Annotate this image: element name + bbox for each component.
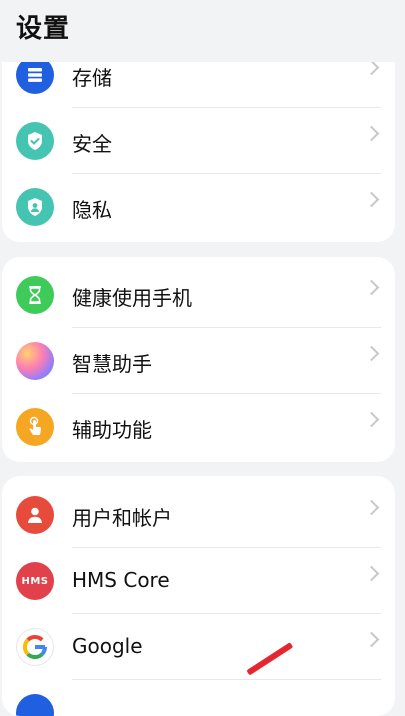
chevron-right-icon — [363, 62, 380, 76]
settings-item-digital-balance[interactable]: 健康使用手机 — [2, 262, 395, 328]
chevron-right-icon — [363, 125, 380, 142]
settings-item-label: 安全 — [72, 132, 112, 156]
settings-item-label: 健康使用手机 — [72, 286, 192, 310]
settings-item-partial[interactable] — [2, 680, 395, 716]
settings-group-assist: 健康使用手机 智慧助手 辅助功能 — [2, 257, 395, 462]
storage-icon — [16, 62, 54, 94]
settings-item-smart-assistant[interactable]: 智慧助手 — [2, 328, 395, 394]
settings-item-label: 辅助功能 — [72, 418, 152, 442]
chevron-right-icon — [363, 411, 380, 428]
settings-item-label: 智慧助手 — [72, 352, 152, 376]
settings-item-security[interactable]: 安全 — [2, 108, 395, 174]
chevron-right-icon — [363, 565, 380, 582]
settings-item-accessibility[interactable]: 辅助功能 — [2, 394, 395, 460]
chevron-right-icon — [363, 345, 380, 362]
chevron-right-icon — [363, 191, 380, 208]
chevron-right-icon — [363, 279, 380, 296]
settings-item-label: 隐私 — [72, 198, 112, 222]
settings-item-label: 存储 — [72, 66, 112, 90]
settings-item-label: HMS Core — [72, 568, 170, 592]
settings-group-system: 存储 安全 隐私 — [2, 62, 395, 242]
settings-item-privacy[interactable]: 隐私 — [2, 174, 395, 240]
shield-check-icon — [16, 122, 54, 160]
settings-item-storage[interactable]: 存储 — [2, 62, 395, 108]
google-icon — [16, 628, 54, 666]
chevron-right-icon — [363, 631, 380, 648]
assistant-orb-icon — [16, 342, 54, 380]
privacy-shield-icon — [16, 188, 54, 226]
page-title: 设置 — [16, 14, 71, 44]
user-icon — [16, 496, 54, 534]
settings-item-hms-core[interactable]: HMS HMS Core — [2, 548, 395, 614]
settings-item-label: Google — [72, 634, 143, 658]
hms-icon: HMS — [16, 562, 54, 600]
settings-item-label: 用户和帐户 — [72, 506, 172, 530]
hourglass-icon — [16, 276, 54, 314]
settings-item-google[interactable]: Google — [2, 614, 395, 680]
hand-tap-icon — [16, 408, 54, 446]
chevron-right-icon — [363, 499, 380, 516]
settings-group-accounts: 用户和帐户 HMS HMS Core Google — [2, 476, 395, 716]
app-icon — [16, 694, 54, 716]
settings-item-users-accounts[interactable]: 用户和帐户 — [2, 482, 395, 548]
